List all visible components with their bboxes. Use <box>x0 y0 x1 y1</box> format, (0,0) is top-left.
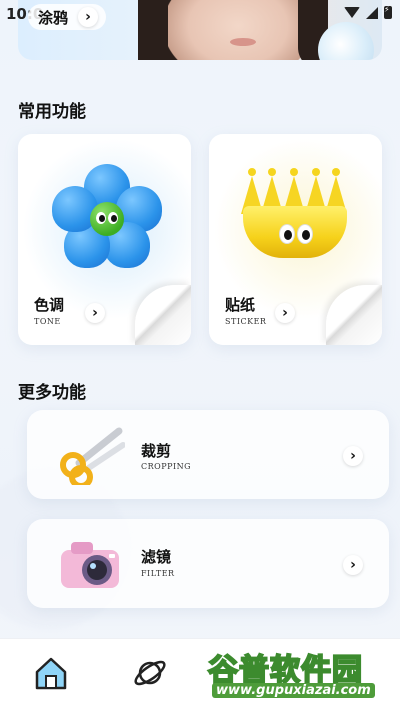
planet-icon <box>134 660 166 686</box>
section-title-more: 更多功能 <box>18 383 86 403</box>
feature-card-subtitle: STICKER <box>225 317 267 326</box>
nav-discover[interactable] <box>130 653 170 693</box>
watermark-logo: 谷普软件园 www.gupuxiazai.com <box>207 645 394 705</box>
chevron-right-icon: › <box>78 7 99 27</box>
feature-card-subtitle: TONE <box>34 317 61 326</box>
status-icons <box>344 5 392 19</box>
page-curl-decoration <box>135 285 191 345</box>
bottom-nav: 谷普软件园 www.gupuxiazai.com <box>0 638 400 713</box>
list-card-cropping[interactable]: 裁剪 CROPPING › <box>27 410 389 499</box>
chevron-right-icon[interactable]: › <box>275 303 295 323</box>
feature-card-tone[interactable]: 色调 TONE › <box>18 134 191 345</box>
list-card-title: 裁剪 <box>141 442 172 460</box>
doodle-entry-button[interactable]: 涂鸦 › <box>28 4 107 30</box>
battery-icon <box>384 5 392 19</box>
page-curl-decoration <box>326 285 382 345</box>
wifi-icon <box>344 7 360 18</box>
signal-icon <box>366 6 378 19</box>
section-title-common: 常用功能 <box>18 102 86 122</box>
blue-flower-icon <box>52 164 162 274</box>
camera-icon <box>61 542 119 588</box>
scissors-icon <box>60 427 125 485</box>
yellow-crown-icon <box>239 168 351 264</box>
feature-card-sticker[interactable]: 贴纸 STICKER › <box>209 134 382 345</box>
list-card-subtitle: CROPPING <box>141 462 192 471</box>
home-icon <box>35 657 67 690</box>
chevron-right-icon[interactable]: › <box>85 303 105 323</box>
chevron-right-icon[interactable]: › <box>343 555 363 575</box>
feature-card-title: 色调 <box>34 296 65 314</box>
watermark-url: www.gupuxiazai.com <box>212 683 375 698</box>
chevron-right-icon[interactable]: › <box>343 446 363 466</box>
list-card-title: 滤镜 <box>141 548 172 566</box>
list-card-filter[interactable]: 滤镜 FILTER › <box>27 519 389 608</box>
feature-card-title: 贴纸 <box>225 296 256 314</box>
doodle-label: 涂鸦 <box>38 8 69 27</box>
nav-home[interactable] <box>31 653 71 693</box>
list-card-subtitle: FILTER <box>141 569 175 578</box>
banner-portrait-lips <box>230 38 256 46</box>
